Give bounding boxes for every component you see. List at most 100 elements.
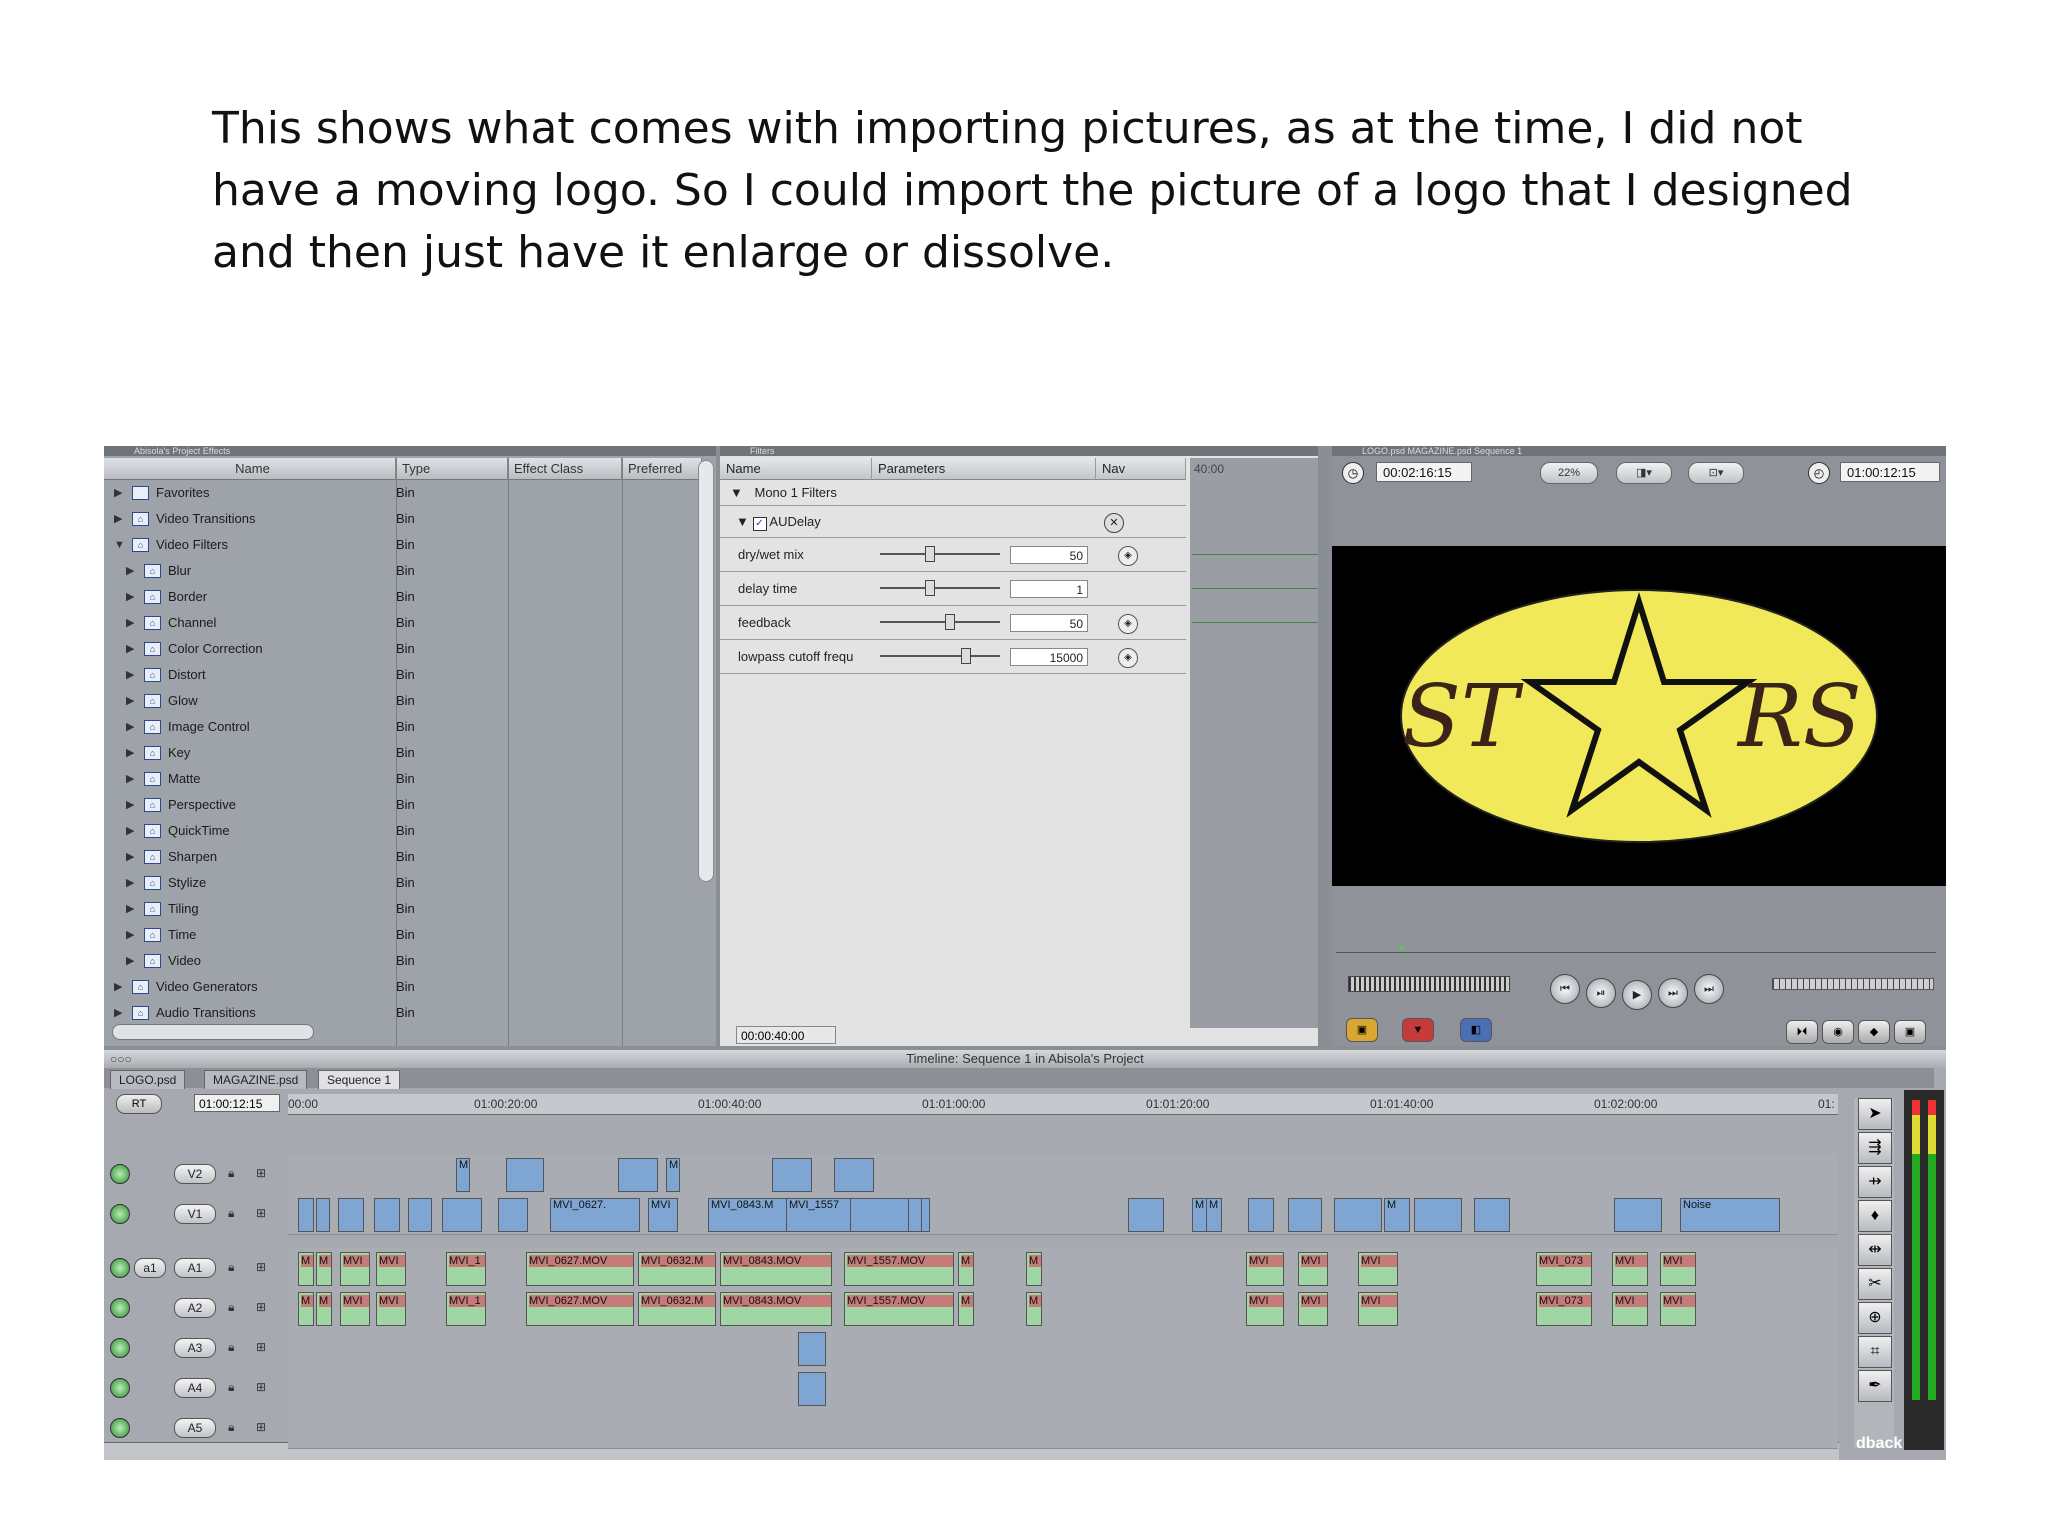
replace-edit-icon[interactable]: ◧ [1460,1018,1492,1042]
audio-clip[interactable]: MVI_1 [446,1252,486,1286]
disclosure-triangle-icon[interactable]: ▶ [126,948,134,974]
video-clip[interactable]: M [1384,1198,1410,1232]
video-clip[interactable] [798,1332,826,1366]
track-visibility-icon[interactable] [110,1298,130,1318]
audio-clip[interactable]: MVI_073 [1536,1252,1592,1286]
roll-tool-icon[interactable]: ♦ [1858,1200,1892,1232]
disclosure-triangle-icon[interactable]: ▶ [126,922,134,948]
disclosure-triangle-icon[interactable]: ▼ [114,532,125,558]
audio-clip[interactable]: M [1026,1292,1042,1326]
tab-sequence[interactable]: Sequence 1 [318,1070,401,1089]
track-content[interactable]: MM [288,1154,1838,1195]
video-clip[interactable]: Noise [1680,1198,1780,1232]
track-lock-icon[interactable]: 🔒︎ [228,1206,234,1221]
slip-tool-icon[interactable]: ⇹ [1858,1234,1892,1266]
effects-bin-row[interactable]: ▶ ⌂ Stylize Bin [104,870,716,896]
audio-clip[interactable]: MVI [1358,1292,1398,1326]
overlay-popup[interactable]: ⊡▾ [1688,462,1744,484]
zoom-tool-icon[interactable]: ⊕ [1858,1302,1892,1334]
track-label[interactable]: A3 [174,1338,216,1358]
track-label[interactable]: V1 [174,1204,216,1224]
keyframe-graph[interactable]: 40:00 [1190,458,1318,1028]
tab-logo[interactable]: LOGO.psd [110,1070,186,1089]
track-lock-icon[interactable]: 🔒︎ [228,1166,234,1181]
audio-clip[interactable]: MVI [1298,1292,1328,1326]
effects-bin-row[interactable]: ▶ ⌂ Glow Bin [104,688,716,714]
disclosure-triangle-icon[interactable]: ▶ [126,714,134,740]
audio-clip[interactable]: MVI_0627.MOV [526,1252,634,1286]
video-clip[interactable] [772,1158,812,1192]
timeline-ruler[interactable]: 00:00 01:00:20:00 01:00:40:00 01:01:00:00 01… [288,1094,1838,1115]
effects-bin-row[interactable]: ▼ ⌂ Video Filters Bin [104,532,716,558]
video-clip[interactable] [1288,1198,1322,1232]
track-label[interactable]: A1 [174,1258,216,1278]
video-clip[interactable] [1248,1198,1274,1232]
effects-bin-row[interactable]: ▶ Favorites Bin [104,480,716,506]
mark-in-out-icon[interactable]: ⏵⏴ [1786,1020,1818,1044]
track-label[interactable]: A2 [174,1298,216,1318]
track-lock-icon[interactable]: 🔒︎ [228,1380,234,1395]
slider-thumb[interactable] [960,648,971,664]
audio-clip[interactable]: MVI_1 [446,1292,486,1326]
crop-tool-icon[interactable]: ⌗ [1858,1336,1892,1368]
disclosure-triangle-icon[interactable]: ▶ [126,662,134,688]
tab-magazine[interactable]: MAGAZINE.psd [204,1070,308,1089]
effects-bin-row[interactable]: ▶ ⌂ QuickTime Bin [104,818,716,844]
parameter-value[interactable]: 15000 [1010,648,1088,666]
add-keyframe-icon[interactable]: ◆ [1858,1020,1890,1044]
parameter-value[interactable]: 1 [1010,580,1088,598]
filters-tab[interactable]: Filters [720,446,1318,456]
audio-clip[interactable]: M [316,1292,332,1326]
video-clip[interactable] [498,1198,528,1232]
effects-bin-row[interactable]: ▶ ⌂ Sharpen Bin [104,844,716,870]
remove-filter-icon[interactable]: ✕ [1104,513,1124,533]
play-icon[interactable]: ▶ [1622,980,1652,1010]
video-clip[interactable] [442,1198,482,1232]
track-visibility-icon[interactable] [110,1164,130,1184]
effects-bin-row[interactable]: ▶ ⌂ Video Transitions Bin [104,506,716,532]
audio-clip[interactable]: MVI [1246,1292,1284,1326]
slider-thumb[interactable] [924,580,935,596]
track-visibility-icon[interactable] [110,1258,130,1278]
track-label[interactable]: A4 [174,1378,216,1398]
effects-bin-row[interactable]: ▶ ⌂ Distort Bin [104,662,716,688]
video-clip[interactable] [798,1372,826,1406]
audio-clip[interactable]: MVI [1612,1252,1648,1286]
disclosure-triangle-icon[interactable]: ▶ [126,610,134,636]
effects-bin-row[interactable]: ▶ ⌂ Image Control Bin [104,714,716,740]
audio-clip[interactable]: MVI [1660,1252,1696,1286]
audio-clip[interactable]: MVI_073 [1536,1292,1592,1326]
video-clip[interactable] [374,1198,400,1232]
audio-clip[interactable]: MVI [1298,1252,1328,1286]
viewer-tabs[interactable]: LOGO.psd MAGAZINE.psd Sequence 1 [1332,446,1946,456]
effects-bin-row[interactable]: ▶ ⌂ Video Bin [104,948,716,974]
track-visibility-icon[interactable] [110,1378,130,1398]
video-clip[interactable] [1334,1198,1382,1232]
add-marker-icon[interactable]: ◉ [1822,1020,1854,1044]
zoom-popup[interactable]: 22% [1540,462,1598,484]
effects-bin-row[interactable]: ▶ ⌂ Matte Bin [104,766,716,792]
track-label[interactable]: A5 [174,1418,216,1438]
disclosure-triangle-icon[interactable]: ▶ [126,636,134,662]
track-select-tool-icon[interactable]: ⇶ [1858,1132,1892,1164]
disclosure-triangle-icon[interactable]: ▶ [126,792,134,818]
video-clip[interactable] [1128,1198,1164,1232]
column-type[interactable]: Type [396,458,508,480]
disclosure-triangle-icon[interactable]: ▶ [114,1000,122,1026]
audio-clip[interactable]: MVI [376,1292,406,1326]
filter-effect-row[interactable]: ▼ ✓ AUDelay ✕ [720,506,1186,538]
audio-clip[interactable]: M [316,1252,332,1286]
disclosure-triangle-icon[interactable]: ▶ [126,896,134,922]
track-content[interactable] [288,1328,1838,1369]
auto-select-icon[interactable]: ⊞ [256,1420,266,1434]
audio-clip[interactable]: M [958,1252,974,1286]
disclosure-triangle-icon[interactable]: ▶ [126,584,134,610]
track-lock-icon[interactable]: 🔒︎ [228,1340,234,1355]
disclosure-triangle-icon[interactable]: ▶ [114,480,122,506]
track-content[interactable]: M M MVI MVI MVI_1 MVI_0627.MOV MVI_0632.M MVI_0… [288,1248,1838,1289]
disclosure-triangle-icon[interactable]: ▶ [126,766,134,792]
video-clip[interactable] [298,1198,314,1232]
view-popup[interactable]: ◨▾ [1616,462,1672,484]
parameter-slider[interactable] [880,648,1000,664]
audio-clip[interactable]: MVI [1246,1252,1284,1286]
